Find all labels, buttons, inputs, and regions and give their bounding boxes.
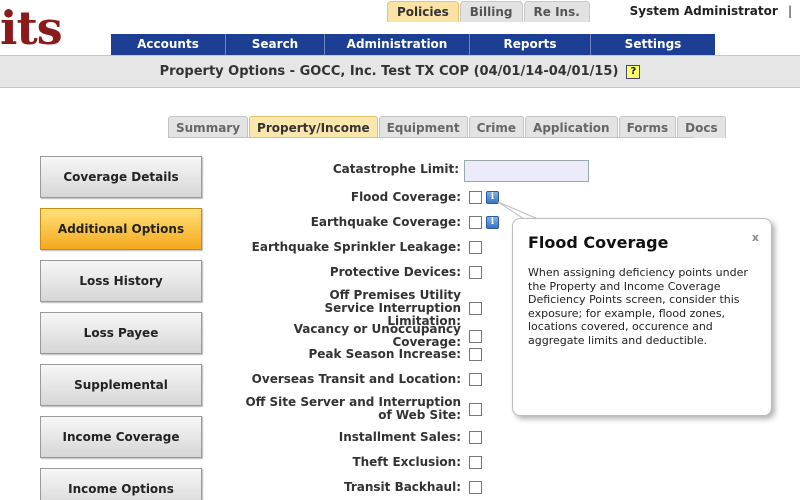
user-name[interactable]: System Administrator: [630, 4, 778, 18]
installment-sales-label: Installment Sales:: [338, 430, 461, 444]
peak-season-label: Peak Season Increase:: [308, 347, 461, 361]
close-icon[interactable]: x: [752, 231, 759, 244]
transit-backhaul-row: Transit Backhaul:: [230, 481, 482, 494]
theft-exclusion-label: Theft Exclusion:: [352, 455, 461, 469]
flood-coverage-tooltip: Flood Coverage x When assigning deficien…: [512, 218, 772, 416]
subtab-summary[interactable]: Summary: [168, 116, 249, 138]
installment-sales-checkbox[interactable]: [469, 431, 482, 444]
tab-re-ins[interactable]: Re Ins.: [523, 1, 590, 22]
off-site-server-row: Off Site Server and Interruption of Web …: [230, 396, 482, 422]
help-icon[interactable]: ?: [626, 65, 641, 79]
subtab-equipment[interactable]: Equipment: [378, 116, 468, 138]
page-title-bar: Property Options - GOCC, Inc. Test TX CO…: [0, 55, 800, 88]
off-site-server-label: Off Site Server and Interruption of Web …: [245, 395, 461, 422]
nav-settings[interactable]: Settings: [591, 34, 715, 55]
side-additional-options-button[interactable]: Additional Options: [40, 208, 202, 250]
vacancy-coverage-checkbox[interactable]: [469, 329, 482, 343]
flood-coverage-checkbox[interactable]: [469, 191, 482, 204]
transit-backhaul-checkbox[interactable]: [469, 481, 482, 494]
side-loss-history-button[interactable]: Loss History: [40, 260, 202, 302]
tooltip-title: Flood Coverage: [528, 233, 669, 252]
page-title: Property Options - GOCC, Inc. Test TX CO…: [159, 64, 619, 79]
catastrophe-limit-row: Catastrophe Limit:: [230, 163, 459, 176]
catastrophe-limit-label: Catastrophe Limit:: [332, 162, 459, 176]
installment-sales-row: Installment Sales:: [230, 431, 482, 444]
earthquake-sprinkler-checkbox[interactable]: [469, 241, 482, 254]
catastrophe-limit-input[interactable]: [464, 160, 589, 182]
subtab-forms[interactable]: Forms: [618, 116, 677, 138]
subtab-divider: [168, 137, 694, 138]
top-tab-bar: Policies Billing Re Ins.: [387, 1, 590, 22]
vacancy-coverage-label: Vacancy or Unoccupancy Coverage:: [293, 322, 461, 349]
protective-devices-label: Protective Devices:: [329, 265, 461, 279]
side-loss-payee-button[interactable]: Loss Payee: [40, 312, 202, 354]
off-site-server-checkbox[interactable]: [469, 402, 482, 416]
nav-search[interactable]: Search: [226, 34, 325, 55]
protective-devices-row: Protective Devices:: [230, 266, 482, 279]
earthquake-sprinkler-row: Earthquake Sprinkler Leakage:: [230, 241, 482, 254]
subtab-property-income[interactable]: Property/Income: [249, 116, 378, 138]
vacancy-coverage-row: Vacancy or Unoccupancy Coverage:: [230, 323, 482, 349]
its-logo: its: [0, 1, 63, 55]
subtab-crime[interactable]: Crime: [468, 116, 525, 138]
flood-coverage-label: Flood Coverage:: [350, 190, 461, 204]
side-coverage-details-button[interactable]: Coverage Details: [40, 156, 202, 198]
user-area: System Administrator |: [630, 4, 792, 18]
flood-coverage-row: Flood Coverage:: [230, 191, 482, 204]
earthquake-coverage-row: Earthquake Coverage:: [230, 216, 482, 229]
subtab-docs[interactable]: Docs: [677, 116, 726, 138]
side-income-coverage-button[interactable]: Income Coverage: [40, 416, 202, 458]
nav-administration[interactable]: Administration: [325, 34, 470, 55]
overseas-transit-label: Overseas Transit and Location:: [251, 372, 461, 386]
earthquake-coverage-label: Earthquake Coverage:: [310, 215, 461, 229]
overseas-transit-checkbox[interactable]: [469, 373, 482, 386]
earthquake-coverage-checkbox[interactable]: [469, 216, 482, 229]
theft-exclusion-row: Theft Exclusion:: [230, 456, 482, 469]
nav-accounts[interactable]: Accounts: [111, 34, 226, 55]
user-separator: |: [787, 4, 792, 18]
subtab-application[interactable]: Application: [525, 116, 618, 138]
tab-billing[interactable]: Billing: [459, 1, 523, 22]
side-supplemental-button[interactable]: Supplemental: [40, 364, 202, 406]
nav-reports[interactable]: Reports: [470, 34, 591, 55]
peak-season-row: Peak Season Increase:: [230, 348, 482, 361]
sub-tab-bar: Summary Property/Income Equipment Crime …: [168, 116, 726, 138]
off-premises-utility-checkbox[interactable]: [469, 302, 482, 315]
peak-season-checkbox[interactable]: [469, 348, 482, 361]
transit-backhaul-label: Transit Backhaul:: [343, 480, 461, 494]
protective-devices-checkbox[interactable]: [469, 266, 482, 279]
tooltip-body: When assigning deficiency points under t…: [528, 266, 748, 347]
theft-exclusion-checkbox[interactable]: [469, 456, 482, 469]
tab-policies[interactable]: Policies: [387, 1, 459, 22]
overseas-transit-row: Overseas Transit and Location:: [230, 373, 482, 386]
main-nav: Accounts Search Administration Reports S…: [111, 34, 715, 55]
earthquake-sprinkler-label: Earthquake Sprinkler Leakage:: [251, 240, 461, 254]
side-income-options-button[interactable]: Income Options: [40, 468, 202, 500]
